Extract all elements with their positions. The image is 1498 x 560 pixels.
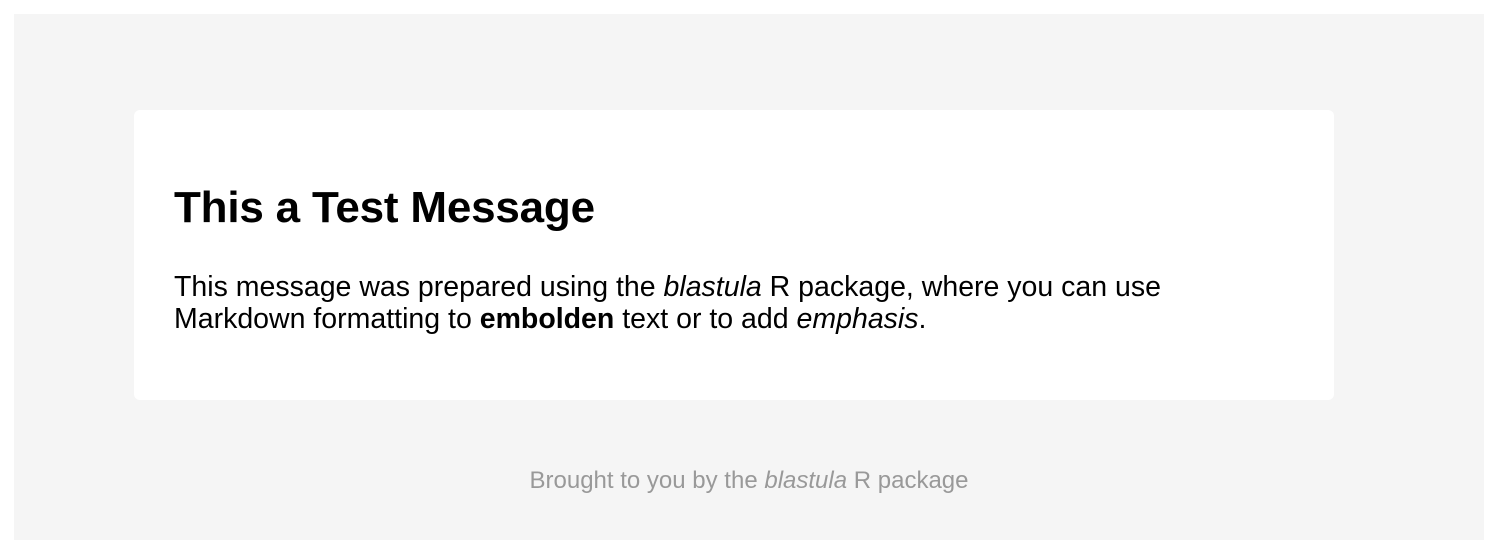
email-background: This a Test Message This message was pre… [14,14,1484,540]
body-text-part-3: text or to add [614,303,797,335]
footer-suffix: R package [847,467,969,494]
message-title: This a Test Message [174,183,595,232]
message-body: This message was prepared using the blas… [174,271,1294,335]
footer-credit: Brought to you by the blastula R package [14,466,1484,496]
emphasis-word: emphasis [796,303,919,335]
embolden-word: embolden [479,303,615,335]
package-name-emphasis: blastula [663,271,762,303]
body-text-part-1: This message was prepared using the [174,271,664,303]
footer-package-name: blastula [764,467,848,494]
message-card: This a Test Message This message was pre… [134,110,1334,400]
body-text-part-4: . [918,303,927,335]
footer-prefix: Brought to you by the [529,467,765,494]
